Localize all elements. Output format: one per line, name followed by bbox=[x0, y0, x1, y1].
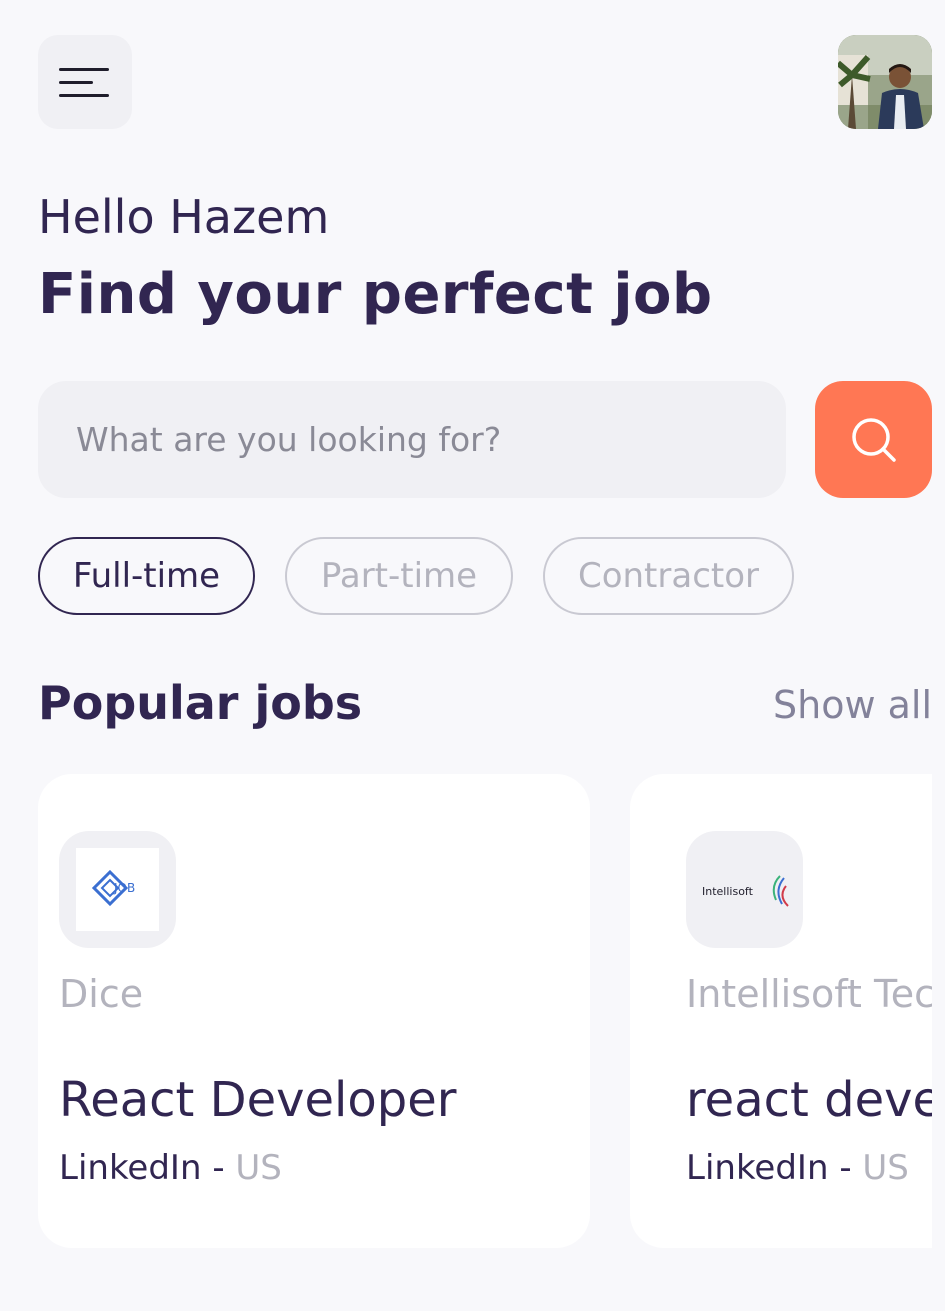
job-title: React Developer bbox=[59, 1072, 457, 1128]
job-meta: LinkedIn - US bbox=[686, 1148, 909, 1188]
popular-jobs-title: Popular jobs bbox=[38, 676, 363, 730]
company-logo: Intellisoft bbox=[686, 831, 803, 948]
job-card[interactable]: Intellisoft Intellisoft Tec react deve L… bbox=[630, 774, 932, 1248]
company-name: Dice bbox=[59, 972, 144, 1016]
company-name: Intellisoft Tec bbox=[686, 972, 932, 1016]
job-type-tabs: Full-time Part-time Contractor bbox=[38, 537, 794, 615]
avatar[interactable] bbox=[838, 35, 932, 129]
logo-text: JOB bbox=[113, 881, 135, 895]
tab-part-time[interactable]: Part-time bbox=[285, 537, 513, 615]
search-box[interactable] bbox=[38, 381, 786, 498]
tab-full-time[interactable]: Full-time bbox=[38, 537, 255, 615]
menu-icon-line bbox=[59, 93, 109, 97]
search-icon bbox=[851, 417, 896, 462]
greeting-text: Hello Hazem bbox=[38, 190, 330, 244]
menu-icon-line bbox=[59, 67, 109, 71]
job-location: US bbox=[862, 1148, 909, 1188]
meta-separator: - bbox=[839, 1148, 852, 1188]
search-button[interactable] bbox=[815, 381, 932, 498]
show-all-link[interactable]: Show all bbox=[773, 683, 932, 727]
job-publisher: LinkedIn bbox=[686, 1148, 829, 1188]
tab-contractor[interactable]: Contractor bbox=[543, 537, 794, 615]
job-title: react deve bbox=[686, 1072, 932, 1128]
dice-job-logo-icon: JOB bbox=[91, 869, 135, 906]
job-publisher: LinkedIn bbox=[59, 1148, 202, 1188]
meta-separator: - bbox=[212, 1148, 225, 1188]
search-input[interactable] bbox=[76, 420, 786, 459]
job-location: US bbox=[235, 1148, 282, 1188]
job-meta: LinkedIn - US bbox=[59, 1148, 282, 1188]
logo-text: Intellisoft bbox=[702, 885, 754, 898]
home-screen: Hello Hazem Find your perfect job Full-t… bbox=[0, 0, 945, 1311]
menu-button[interactable] bbox=[38, 35, 132, 129]
menu-icon-line bbox=[59, 80, 93, 84]
page-title: Find your perfect job bbox=[38, 262, 713, 327]
intellisoft-logo-icon: Intellisoft bbox=[702, 874, 789, 907]
job-card[interactable]: JOB Dice React Developer LinkedIn - US bbox=[38, 774, 590, 1248]
company-logo: JOB bbox=[59, 831, 176, 948]
profile-photo-icon bbox=[838, 35, 932, 129]
company-logo-inner: JOB bbox=[76, 848, 159, 931]
